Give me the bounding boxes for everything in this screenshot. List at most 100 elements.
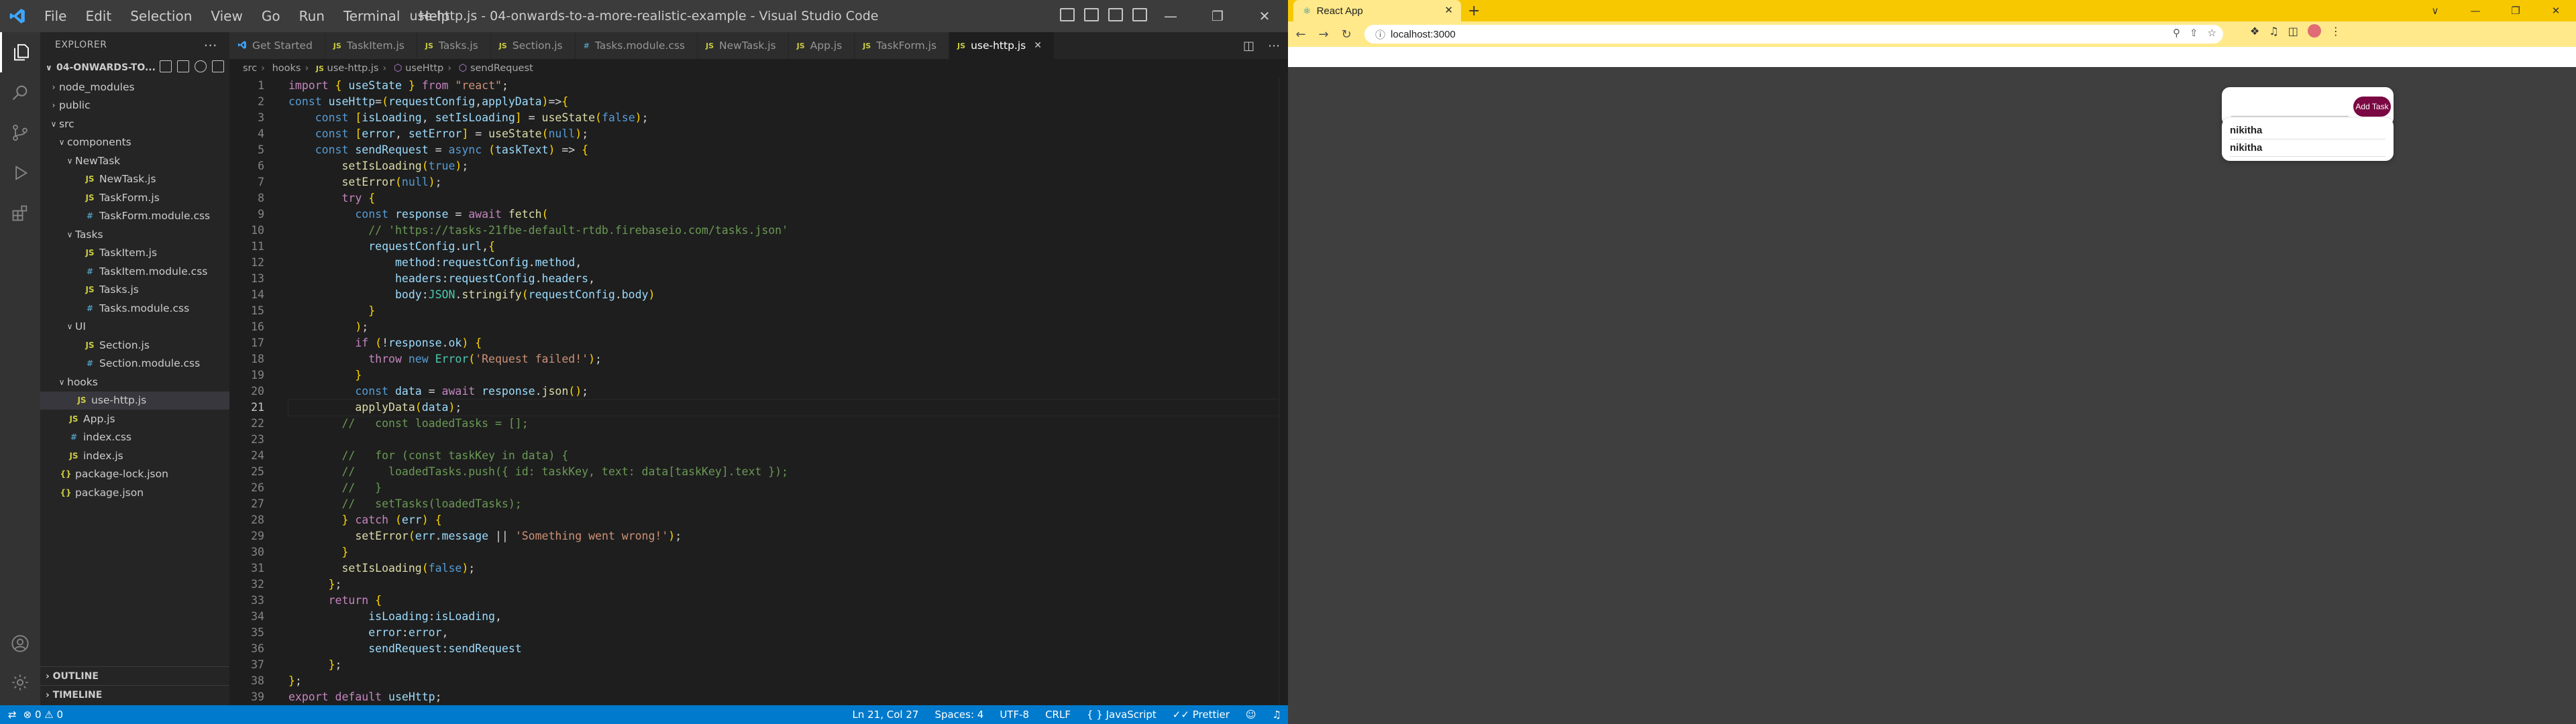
browser-tab[interactable]: ⚛ React App ✕ <box>1293 0 1461 21</box>
tree-folder[interactable]: ∨ NewTask <box>40 152 229 170</box>
code-line[interactable]: export default useHttp; <box>288 689 1281 705</box>
run-debug-icon[interactable] <box>0 153 40 193</box>
prettier-status[interactable]: ✓✓ Prettier <box>1173 709 1230 721</box>
restore-icon[interactable]: ❐ <box>2496 0 2536 21</box>
side-panel-icon[interactable]: ◫ <box>2288 25 2298 38</box>
editor-scrollbar[interactable] <box>1279 78 1288 705</box>
menu-help[interactable]: Help <box>409 8 459 24</box>
breadcrumb-item[interactable]: hooks <box>272 63 301 74</box>
feedback-icon[interactable]: ☺ <box>1246 709 1256 721</box>
editor-tab[interactable]: JS TaskItem.js <box>325 32 417 59</box>
toggle-panel-icon[interactable] <box>1084 8 1099 21</box>
code-line[interactable]: setIsLoading(false); <box>288 560 1281 577</box>
extensions-puzzle-icon[interactable]: ❖ <box>2250 25 2259 38</box>
breadcrumb-item[interactable]: useHttp <box>405 63 443 74</box>
breadcrumb-item[interactable]: src <box>243 63 257 74</box>
tree-file[interactable]: {} package-lock.json <box>40 465 229 484</box>
workspace-folder[interactable]: ∨ 04-ONWARDS-TO... <box>40 58 229 78</box>
explorer-icon[interactable] <box>0 32 40 72</box>
code-line[interactable]: const sendRequest = async (taskText) => … <box>288 142 1281 158</box>
tree-file[interactable]: JS App.js <box>40 410 229 428</box>
code-line[interactable]: // for (const taskKey in data) { <box>288 448 1281 464</box>
tree-file[interactable]: # TaskItem.module.css <box>40 262 229 281</box>
tree-file[interactable]: JS Tasks.js <box>40 281 229 300</box>
tree-folder[interactable]: ∨ Tasks <box>40 225 229 244</box>
tree-folder[interactable]: ∨ src <box>40 115 229 133</box>
tree-folder[interactable]: ∨ components <box>40 133 229 152</box>
code-line[interactable]: import { useState } from "react"; <box>288 78 1281 94</box>
timeline-section[interactable]: › TIMELINE <box>40 685 229 704</box>
tree-file[interactable]: JS Section.js <box>40 336 229 355</box>
tree-file[interactable]: # index.css <box>40 428 229 447</box>
code-line[interactable]: } <box>288 303 1281 319</box>
code-line[interactable]: }; <box>288 577 1281 593</box>
code-line[interactable]: const useHttp=(requestConfig,applyData)=… <box>288 94 1281 110</box>
add-task-button[interactable]: Add Task <box>2353 97 2391 117</box>
toggle-primary-sidebar-icon[interactable] <box>1060 8 1075 21</box>
extensions-icon[interactable] <box>0 193 40 233</box>
restore-icon[interactable]: ❐ <box>1194 0 1241 32</box>
forward-arrow-icon[interactable]: → <box>1313 24 1334 44</box>
code-line[interactable]: } <box>288 544 1281 560</box>
code-line[interactable]: // loadedTasks.push({ id: taskKey, text:… <box>288 464 1281 480</box>
remote-icon[interactable]: ⇄ <box>8 709 17 721</box>
outline-section[interactable]: › OUTLINE <box>40 666 229 685</box>
minimize-icon[interactable]: — <box>2455 0 2496 21</box>
tree-file[interactable]: # Section.module.css <box>40 355 229 373</box>
code-line[interactable]: // const loadedTasks = []; <box>288 416 1281 432</box>
code-line[interactable]: body:JSON.stringify(requestConfig.body) <box>288 287 1281 303</box>
collapse-all-icon[interactable] <box>212 60 224 72</box>
notifications-bell-icon[interactable]: ♫ <box>1273 709 1281 721</box>
tree-file[interactable]: JS index.js <box>40 446 229 465</box>
bookmark-star-icon[interactable]: ☆ <box>2208 27 2216 39</box>
code-line[interactable]: } <box>288 367 1281 383</box>
source-control-icon[interactable] <box>0 113 40 153</box>
code-editor[interactable]: 1 2 3 4 5 6 7 8 9 10 11 12 13 14 15 16 17 18 19 20 21 22 23 24 2… <box>229 78 1288 705</box>
code-line[interactable]: const [error, setError] = useState(null)… <box>288 126 1281 142</box>
more-actions-icon[interactable]: ⋯ <box>1268 39 1280 53</box>
encoding[interactable]: UTF-8 <box>1000 709 1029 721</box>
cursor-position[interactable]: Ln 21, Col 27 <box>853 709 919 721</box>
settings-gear-icon[interactable] <box>0 662 40 703</box>
code-area[interactable]: import { useState } from "react"; const u… <box>288 78 1282 705</box>
chevron-down-icon[interactable]: ∨ <box>2415 0 2455 21</box>
more-actions-icon[interactable]: ⋯ <box>204 32 218 58</box>
tree-folder[interactable]: ∨ hooks <box>40 373 229 391</box>
code-line[interactable]: setError(err.message || 'Something went … <box>288 528 1281 544</box>
breadcrumb-item[interactable]: use-http.js <box>327 63 379 74</box>
tree-folder[interactable]: › public <box>40 97 229 115</box>
editor-tab[interactable]: JS use-http.js ✕ <box>949 32 1055 59</box>
editor-tab[interactable]: JS NewTask.js <box>698 32 789 59</box>
menu-terminal[interactable]: Terminal <box>334 8 410 24</box>
back-arrow-icon[interactable]: ← <box>1291 24 1311 44</box>
media-control-icon[interactable]: ♫ <box>2269 25 2278 38</box>
code-line[interactable]: const data = await response.json(); <box>288 383 1281 400</box>
search-icon[interactable] <box>0 72 40 113</box>
code-line[interactable]: throw new Error('Request failed!'); <box>288 351 1281 367</box>
menu-edit[interactable]: Edit <box>76 8 121 24</box>
code-line[interactable]: }; <box>288 673 1281 689</box>
refresh-icon[interactable] <box>195 60 207 72</box>
code-line[interactable]: setIsLoading(true); <box>288 158 1281 174</box>
reload-icon[interactable]: ↻ <box>1336 24 1356 44</box>
editor-tab[interactable]: # Tasks.module.css <box>575 32 698 59</box>
accounts-icon[interactable] <box>0 623 40 664</box>
code-line[interactable]: const response = await fetch( <box>288 206 1281 223</box>
code-line[interactable]: sendRequest:sendRequest <box>288 641 1281 657</box>
editor-tab[interactable]: JS Tasks.js <box>417 32 491 59</box>
profile-avatar[interactable] <box>2307 24 2321 38</box>
menu-file[interactable]: File <box>35 8 76 24</box>
code-line[interactable]: // 'https://tasks-21fbe-default-rtdb.fir… <box>288 223 1281 239</box>
end-of-line[interactable]: CRLF <box>1045 709 1071 721</box>
language-mode[interactable]: { } JavaScript <box>1087 709 1157 721</box>
menu-view[interactable]: View <box>201 8 252 24</box>
customize-layout-icon[interactable] <box>1132 8 1147 21</box>
tree-folder[interactable]: ∨ UI <box>40 318 229 337</box>
zoom-icon[interactable]: ⚲ <box>2173 27 2180 39</box>
code-line[interactable]: applyData(data); <box>288 399 1282 416</box>
editor-tab[interactable]: JS TaskForm.js <box>855 32 950 59</box>
code-line[interactable]: requestConfig.url,{ <box>288 239 1281 255</box>
tree-file[interactable]: JS TaskForm.js <box>40 188 229 207</box>
tree-file[interactable]: JS NewTask.js <box>40 170 229 189</box>
task-input[interactable] <box>2231 97 2349 117</box>
